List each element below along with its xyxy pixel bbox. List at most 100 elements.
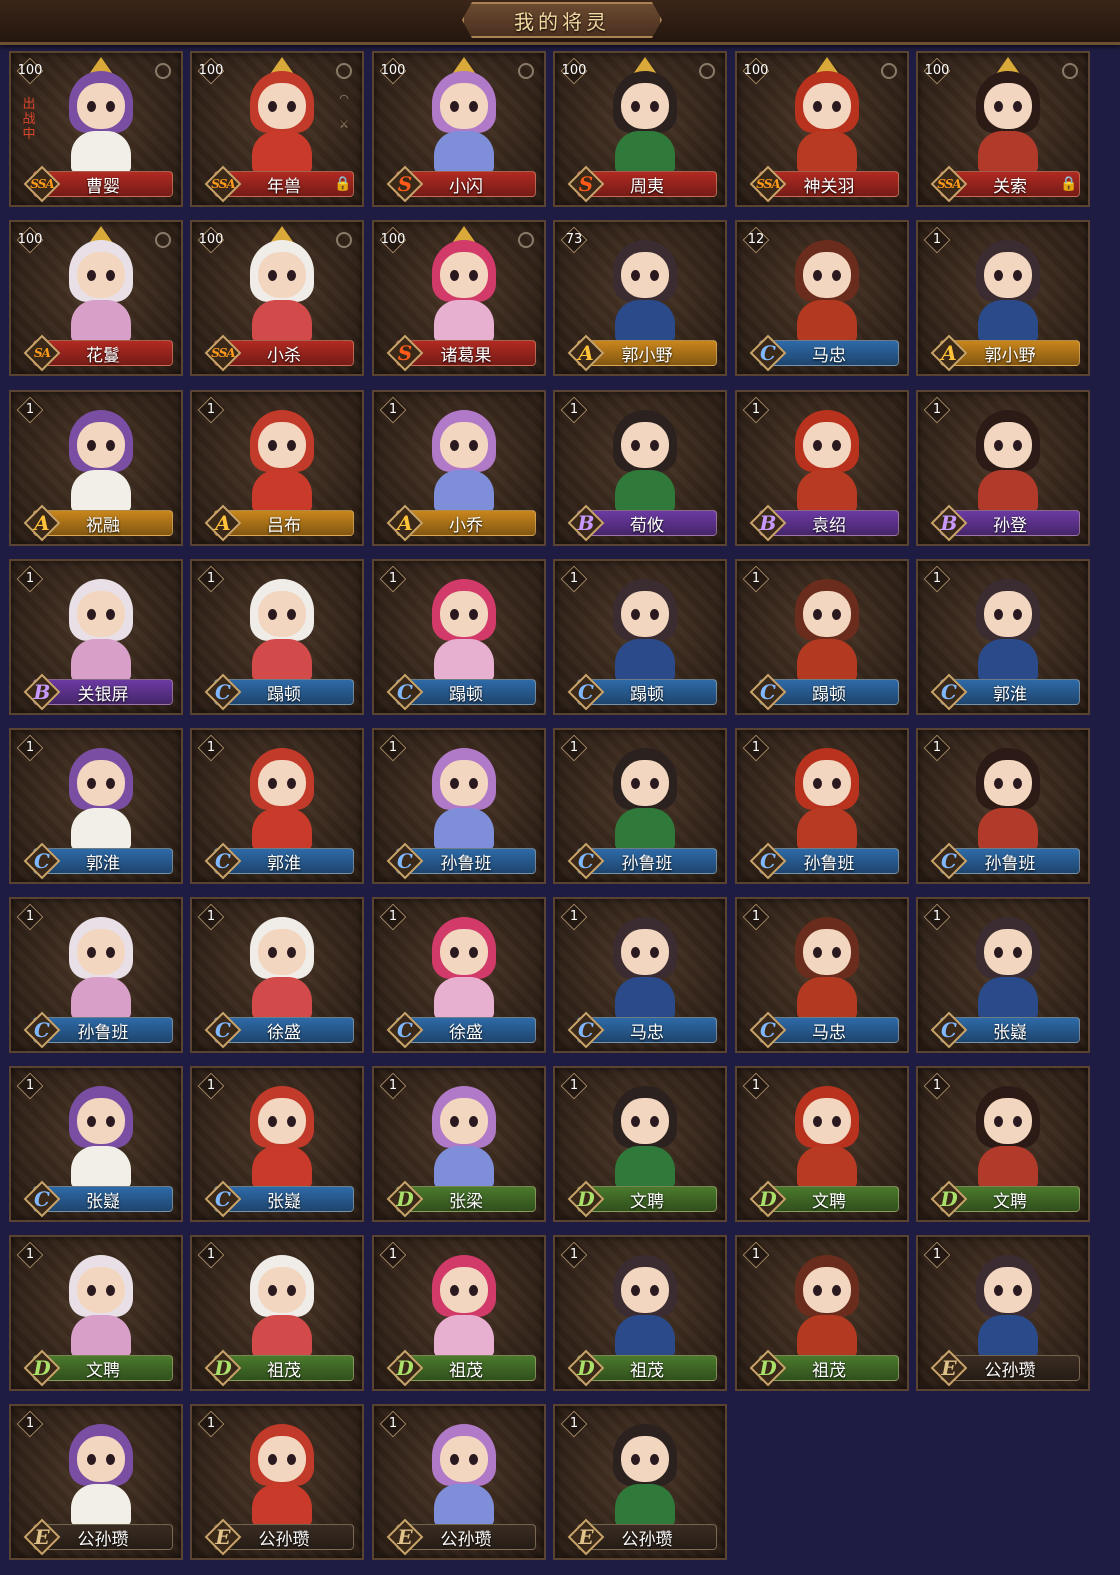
hero-card[interactable]: 1 蹋顿 C	[735, 559, 909, 715]
hero-portrait	[960, 226, 1056, 342]
hero-card[interactable]: 100 周夷 S	[553, 51, 727, 207]
hero-card[interactable]: 1 郭淮 C	[190, 728, 364, 884]
left-eye	[631, 270, 640, 281]
hero-card[interactable]: 12 马忠 C	[735, 220, 909, 376]
body	[978, 470, 1038, 512]
hero-card[interactable]: 1 孙鲁班 C	[916, 728, 1090, 884]
hero-card[interactable]: 1 徐盛 C	[190, 897, 364, 1053]
hero-card[interactable]: 1 公孙瓒 E	[372, 1404, 546, 1560]
hero-card[interactable]: 1 郭淮 C	[9, 728, 183, 884]
face	[258, 1098, 306, 1144]
hero-card[interactable]: 1 小乔 A	[372, 390, 546, 546]
grade-badge: D	[386, 1180, 424, 1218]
body	[978, 808, 1038, 850]
level-badge: 1	[378, 1243, 408, 1267]
hero-card[interactable]: 100 关索 🔒 SSA	[916, 51, 1090, 207]
left-eye	[87, 1116, 96, 1127]
body	[71, 470, 131, 512]
hero-card[interactable]: 1 祖茂 D	[190, 1235, 364, 1391]
level-badge: 100	[15, 228, 45, 252]
hero-card[interactable]: 1 祝融 A	[9, 390, 183, 546]
hero-card[interactable]: 1 文聘 D	[553, 1066, 727, 1222]
hero-card[interactable]: 1 蹋顿 C	[190, 559, 364, 715]
hero-card[interactable]: 100 诸葛果 S	[372, 220, 546, 376]
hero-card[interactable]: 1 孙鲁班 C	[553, 728, 727, 884]
left-eye	[631, 440, 640, 451]
hero-card[interactable]: 1 徐盛 C	[372, 897, 546, 1053]
level-badge: 1	[378, 1412, 408, 1436]
grade-letter: S	[397, 172, 413, 196]
level-badge: 1	[196, 1074, 226, 1098]
deploy-tag: 出战中	[22, 97, 36, 142]
hero-card[interactable]: 1 马忠 C	[735, 897, 909, 1053]
body	[252, 1315, 312, 1357]
left-eye	[450, 778, 459, 789]
hero-card[interactable]: 1 张梁 D	[372, 1066, 546, 1222]
hero-card[interactable]: 1 孙鲁班 C	[372, 728, 546, 884]
hero-card[interactable]: 1 文聘 D	[9, 1235, 183, 1391]
hero-portrait	[53, 57, 149, 173]
hero-portrait	[597, 565, 693, 681]
level-badge: 12	[741, 228, 771, 252]
hero-card[interactable]: 1 蹋顿 C	[372, 559, 546, 715]
grade-letter: C	[215, 680, 231, 704]
body	[978, 977, 1038, 1019]
hero-portrait	[960, 734, 1056, 850]
hero-card[interactable]: 1 祖茂 D	[372, 1235, 546, 1391]
level-badge: 1	[559, 567, 589, 591]
face	[440, 422, 488, 468]
level-badge: 1	[15, 1243, 45, 1267]
hero-portrait	[234, 1241, 330, 1357]
grade-letter: A	[578, 341, 594, 365]
hero-card[interactable]: 1 孙鲁班 C	[735, 728, 909, 884]
hero-card[interactable]: 1 孙鲁班 C	[9, 897, 183, 1053]
hero-portrait	[779, 903, 875, 1019]
hero-card[interactable]: 1 公孙瓒 E	[916, 1235, 1090, 1391]
level-badge: 1	[922, 567, 952, 591]
hero-card[interactable]: 1 祖茂 D	[553, 1235, 727, 1391]
grade-letter: A	[215, 511, 231, 535]
hero-card[interactable]: 1 吕布 A	[190, 390, 364, 546]
body	[71, 1484, 131, 1526]
hero-card[interactable]: 100 花鬘 SA	[9, 220, 183, 376]
hero-portrait	[597, 57, 693, 173]
hero-card[interactable]: 100 小杀 SSA	[190, 220, 364, 376]
hero-portrait	[960, 565, 1056, 681]
grade-badge: SSA	[23, 165, 61, 203]
hero-card[interactable]: 1 郭小野 A	[916, 220, 1090, 376]
hero-portrait	[234, 903, 330, 1019]
hero-card[interactable]: 1 孙登 B	[916, 390, 1090, 546]
hero-card[interactable]: 1 公孙瓒 E	[553, 1404, 727, 1560]
body	[797, 639, 857, 681]
hero-card[interactable]: 1 郭淮 C	[916, 559, 1090, 715]
hero-card[interactable]: 1 公孙瓒 E	[9, 1404, 183, 1560]
left-eye	[994, 1285, 1003, 1296]
hero-card[interactable]: 1 关银屏 B	[9, 559, 183, 715]
hero-card[interactable]: 73 郭小野 A	[553, 220, 727, 376]
hero-card[interactable]: 1 张嶷 C	[916, 897, 1090, 1053]
face	[984, 760, 1032, 806]
hero-card[interactable]: 1 公孙瓒 E	[190, 1404, 364, 1560]
face	[803, 1267, 851, 1313]
hero-card[interactable]: 1 张嶷 C	[190, 1066, 364, 1222]
hero-card[interactable]: 1 文聘 D	[916, 1066, 1090, 1222]
hero-card[interactable]: 100 小闪 S	[372, 51, 546, 207]
hero-card[interactable]: 1 文聘 D	[735, 1066, 909, 1222]
hero-card[interactable]: 1 马忠 C	[553, 897, 727, 1053]
grade-letter: D	[396, 1356, 414, 1380]
level-badge: 1	[922, 905, 952, 929]
awaken-icon	[699, 63, 715, 79]
hero-card[interactable]: 1 张嶷 C	[9, 1066, 183, 1222]
face	[440, 252, 488, 298]
grade-letter: D	[396, 1187, 414, 1211]
hero-card[interactable]: 100 ◠ ⚔ 年兽 🔒 SSA	[190, 51, 364, 207]
left-eye	[813, 101, 822, 112]
hero-card[interactable]: 1 荀攸 B	[553, 390, 727, 546]
hero-card[interactable]: 100 神关羽 SSA	[735, 51, 909, 207]
right-eye	[106, 440, 115, 451]
hero-card[interactable]: 1 袁绍 B	[735, 390, 909, 546]
hero-card[interactable]: 1 蹋顿 C	[553, 559, 727, 715]
hero-card[interactable]: 1 祖茂 D	[735, 1235, 909, 1391]
hero-card[interactable]: 100 出战中 曹婴 SSA	[9, 51, 183, 207]
face	[258, 760, 306, 806]
